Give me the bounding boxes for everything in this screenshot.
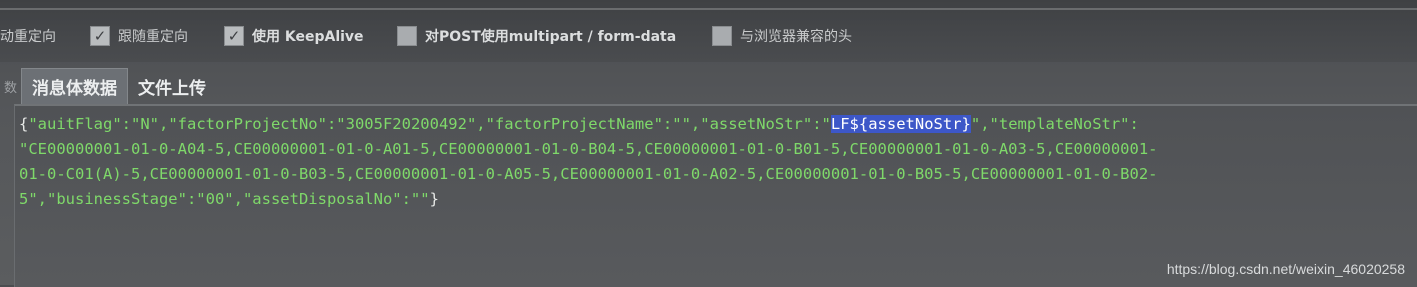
tab-body-data-label: 消息体数据 <box>32 79 118 99</box>
option-browser-compatible-headers[interactable]: 与浏览器兼容的头 <box>712 26 852 46</box>
body-data-text[interactable]: {"auitFlag":"N","factorProjectNo":"3005F… <box>15 112 1417 212</box>
divider <box>0 8 1417 10</box>
checkbox-checked-icon[interactable]: ✓ <box>224 26 244 46</box>
body-data-editor[interactable]: {"auitFlag":"N","factorProjectNo":"3005F… <box>14 104 1417 287</box>
open-brace: { <box>19 115 29 133</box>
tab-file-upload-label: 文件上传 <box>138 78 207 99</box>
tab-bar: 数 消息体数据 文件上传 <box>0 68 216 104</box>
code-line-3: 01-0-C01(A)-5,CE00000001-01-0-B03-5,CE00… <box>19 165 1158 183</box>
close-brace: } <box>429 190 439 208</box>
option-keepalive-label: 使用 KeepAlive <box>252 29 364 45</box>
option-auto-redirect-label: 自动重定向 <box>0 29 56 45</box>
tab-parameters-partial[interactable]: 数 <box>0 68 21 104</box>
option-browser-compatible-headers-label: 与浏览器兼容的头 <box>740 29 852 45</box>
tab-file-upload[interactable]: 文件上传 <box>128 68 216 104</box>
option-multipart-label: 对POST使用multipart / form-data <box>425 29 677 45</box>
option-follow-redirect-label: 跟随重定向 <box>118 29 188 45</box>
checkbox-unchecked-icon[interactable] <box>712 26 732 46</box>
option-auto-redirect[interactable]: 自动重定向 <box>0 26 56 46</box>
selected-variable: LF${assetNoStr} <box>830 115 971 133</box>
code-line-2: "CE00000001-01-0-A04-5,CE00000001-01-0-A… <box>19 140 1158 158</box>
tab-body-data[interactable]: 消息体数据 <box>21 68 129 104</box>
option-multipart[interactable]: 对POST使用multipart / form-data <box>397 26 676 46</box>
checkbox-checked-icon[interactable]: ✓ <box>90 26 110 46</box>
option-keepalive[interactable]: ✓ 使用 KeepAlive <box>224 26 364 46</box>
code-line-1-end: ","templateNoStr": <box>970 115 1139 133</box>
watermark: https://blog.csdn.net/weixin_46020258 <box>1166 261 1405 277</box>
code-line-4: 5","businessStage":"00","assetDisposalNo… <box>19 190 430 208</box>
option-follow-redirect[interactable]: ✓ 跟随重定向 <box>90 26 188 46</box>
checkbox-unchecked-icon[interactable] <box>397 26 417 46</box>
code-line-1-start: "auitFlag":"N","factorProjectNo":"3005F2… <box>28 115 831 133</box>
request-options-bar: 自动重定向 ✓ 跟随重定向 ✓ 使用 KeepAlive 对POST使用mult… <box>0 0 1417 62</box>
